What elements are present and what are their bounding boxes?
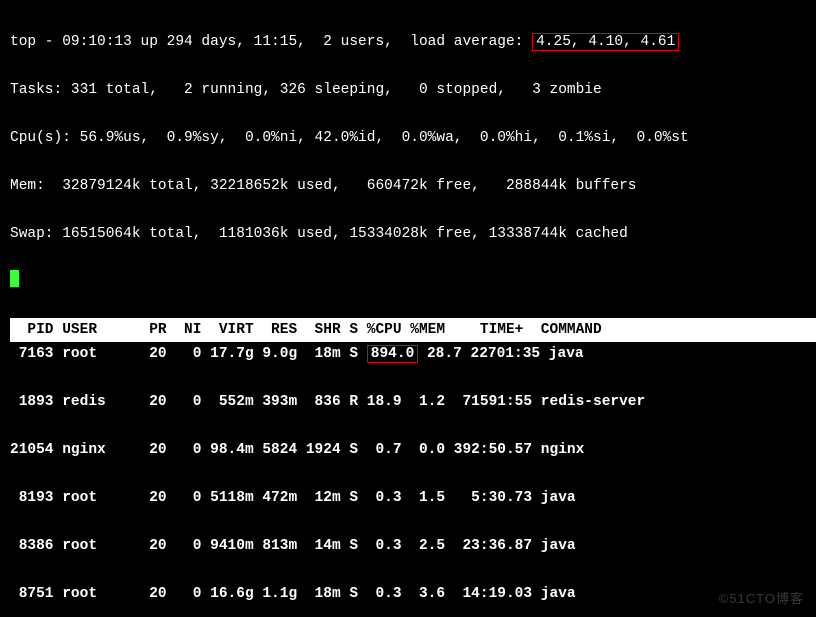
summary-line-swap: Swap: 16515064k total, 1181036k used, 15… (10, 222, 816, 246)
column-header: PID USER PR NI VIRT RES SHR S %CPU %MEM … (10, 318, 816, 342)
terminal-screen[interactable]: top - 09:10:13 up 294 days, 11:15, 2 use… (0, 0, 816, 617)
process-row: 1893 redis 20 0 552m 393m 836 R 18.9 1.2… (10, 390, 816, 414)
process-row: 21054 nginx 20 0 98.4m 5824 1924 S 0.7 0… (10, 438, 816, 462)
summary-line-top: top - 09:10:13 up 294 days, 11:15, 2 use… (10, 30, 816, 54)
summary-line-mem: Mem: 32879124k total, 32218652k used, 66… (10, 174, 816, 198)
cursor-icon (10, 270, 19, 287)
summary-line-cpu: Cpu(s): 56.9%us, 0.9%sy, 0.0%ni, 42.0%id… (10, 126, 816, 150)
load-average-highlight: 4.25, 4.10, 4.61 (532, 33, 679, 51)
watermark: ©51CTO博客 (719, 587, 804, 611)
process-row: 7163 root 20 0 17.7g 9.0g 18m S 894.0 28… (10, 342, 816, 366)
cpu-highlight: 894.0 (367, 345, 419, 363)
process-row: 8386 root 20 0 9410m 813m 14m S 0.3 2.5 … (10, 534, 816, 558)
blank-line (10, 270, 816, 294)
summary-line-tasks: Tasks: 331 total, 2 running, 326 sleepin… (10, 78, 816, 102)
process-row: 8751 root 20 0 16.6g 1.1g 18m S 0.3 3.6 … (10, 582, 816, 606)
process-row: 8193 root 20 0 5118m 472m 12m S 0.3 1.5 … (10, 486, 816, 510)
